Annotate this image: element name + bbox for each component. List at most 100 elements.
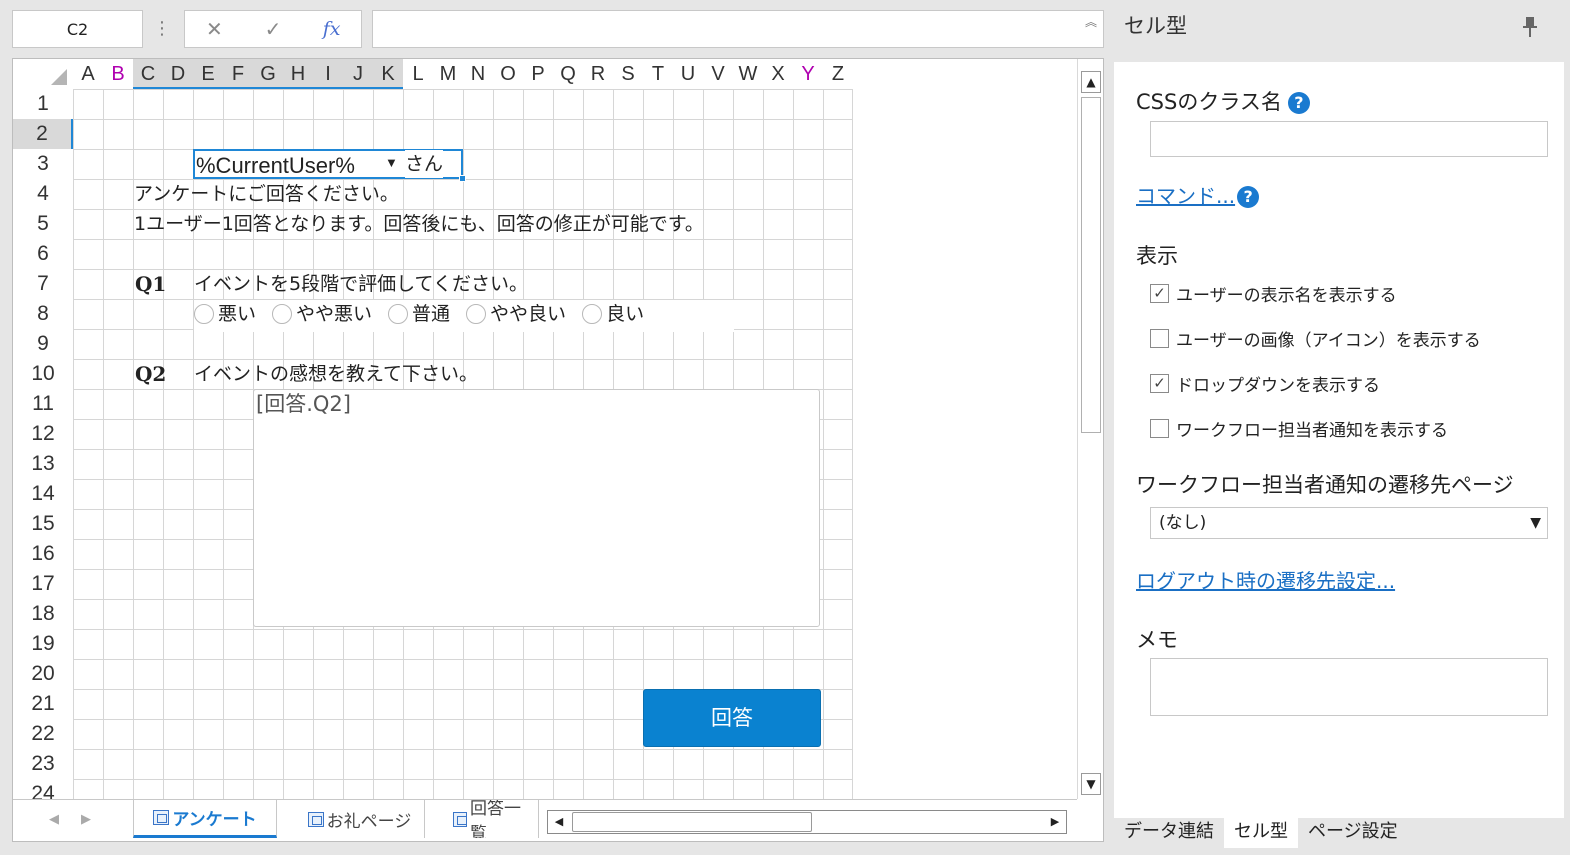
- checked-checkbox-icon[interactable]: ✓: [1150, 284, 1169, 303]
- column-header[interactable]: J: [343, 59, 373, 89]
- row-header[interactable]: 15: [13, 509, 73, 539]
- cancel-icon[interactable]: ✕: [199, 17, 229, 41]
- rating-radio-option[interactable]: やや悪い: [272, 300, 372, 328]
- scroll-up-icon[interactable]: ▲: [1081, 71, 1101, 93]
- column-header[interactable]: X: [763, 59, 793, 89]
- column-header[interactable]: W: [733, 59, 763, 89]
- row-header[interactable]: 20: [13, 659, 73, 689]
- dropdown-arrow-icon[interactable]: ▼: [385, 148, 398, 178]
- help-icon[interactable]: ?: [1237, 186, 1260, 208]
- row-header[interactable]: 4: [13, 179, 73, 209]
- row-header[interactable]: 19: [13, 629, 73, 659]
- css-class-input[interactable]: [1150, 121, 1548, 157]
- scroll-right-icon[interactable]: ▶: [1045, 812, 1065, 832]
- display-option-checkbox[interactable]: ユーザーの画像（アイコン）を表示する: [1150, 326, 1481, 351]
- column-header[interactable]: F: [223, 59, 253, 89]
- cell-grid[interactable]: %CurrentUser% ▼ さん アンケートにご回答ください。 1ユーザー1…: [73, 89, 853, 809]
- more-options-icon[interactable]: ⋮: [153, 18, 171, 39]
- cell-e6[interactable]: イベントを5段階で評価してください。: [194, 270, 528, 298]
- cell-c6-q1[interactable]: Q1: [135, 270, 166, 298]
- column-header[interactable]: Y: [793, 59, 823, 89]
- name-box[interactable]: C2: [12, 10, 143, 48]
- memo-input[interactable]: [1150, 658, 1548, 716]
- command-link[interactable]: コマンド...?: [1136, 180, 1260, 209]
- cell-c9-q2[interactable]: Q2: [135, 360, 166, 388]
- pin-icon[interactable]: [1522, 16, 1538, 38]
- logout-redirect-link[interactable]: ログアウト時の遷移先設定...: [1136, 565, 1395, 594]
- rating-radio-option[interactable]: 良い: [582, 300, 644, 328]
- column-header[interactable]: G: [253, 59, 283, 89]
- tab-next-icon[interactable]: ▶: [81, 812, 113, 827]
- cell-l2[interactable]: さん: [405, 150, 444, 178]
- answer-textarea[interactable]: [回答.Q2]: [253, 389, 820, 627]
- row-header[interactable]: 22: [13, 719, 73, 749]
- fill-handle[interactable]: [459, 175, 466, 182]
- horizontal-scroll-thumb[interactable]: [572, 812, 812, 832]
- row-header[interactable]: 7: [13, 269, 73, 299]
- column-header[interactable]: T: [643, 59, 673, 89]
- column-header[interactable]: V: [703, 59, 733, 89]
- tab-data-binding[interactable]: データ連結: [1114, 818, 1224, 848]
- select-all-corner[interactable]: [13, 59, 73, 89]
- column-header[interactable]: U: [673, 59, 703, 89]
- column-header[interactable]: B: [103, 59, 133, 89]
- scroll-left-icon[interactable]: ◀: [549, 812, 569, 832]
- cell-e9[interactable]: イベントの感想を教えて下さい。: [194, 360, 478, 388]
- vertical-scrollbar[interactable]: ▲ ▼: [1077, 59, 1103, 799]
- row-header[interactable]: 10: [13, 359, 73, 389]
- row-header[interactable]: 8: [13, 299, 73, 329]
- column-header[interactable]: L: [403, 59, 433, 89]
- tab-cell-type[interactable]: セル型: [1224, 818, 1298, 848]
- tab-page-settings[interactable]: ページ設定: [1298, 818, 1408, 848]
- row-header[interactable]: 3: [13, 149, 73, 179]
- formula-bar[interactable]: ︽: [372, 10, 1104, 48]
- row-header[interactable]: 11: [13, 389, 73, 419]
- cell-c4[interactable]: 1ユーザー1回答となります。回答後にも、回答の修正が可能です。: [134, 210, 704, 238]
- column-header[interactable]: A: [73, 59, 103, 89]
- column-header[interactable]: S: [613, 59, 643, 89]
- row-header[interactable]: 21: [13, 689, 73, 719]
- scroll-down-icon[interactable]: ▼: [1081, 773, 1101, 795]
- column-header[interactable]: I: [313, 59, 343, 89]
- column-header[interactable]: Z: [823, 59, 853, 89]
- collapse-formula-icon[interactable]: ︽: [1085, 13, 1097, 30]
- row-header[interactable]: 13: [13, 449, 73, 479]
- display-option-checkbox[interactable]: ✓ ユーザーの表示名を表示する: [1150, 281, 1397, 306]
- column-header[interactable]: D: [163, 59, 193, 89]
- row-header[interactable]: 14: [13, 479, 73, 509]
- workflow-page-select[interactable]: (なし) ▼: [1150, 507, 1548, 539]
- column-header[interactable]: M: [433, 59, 463, 89]
- tab-prev-icon[interactable]: ◀: [49, 812, 81, 827]
- rating-radio-option[interactable]: 普通: [388, 300, 450, 328]
- answer-button[interactable]: 回答: [643, 689, 821, 747]
- radio-circle-icon[interactable]: [388, 304, 409, 324]
- row-header[interactable]: 6: [13, 239, 73, 269]
- column-header[interactable]: H: [283, 59, 313, 89]
- row-header[interactable]: 5: [13, 209, 73, 239]
- radio-circle-icon[interactable]: [582, 304, 603, 324]
- radio-circle-icon[interactable]: [466, 304, 487, 324]
- confirm-icon[interactable]: ✓: [258, 17, 288, 41]
- row-header[interactable]: 17: [13, 569, 73, 599]
- column-header[interactable]: R: [583, 59, 613, 89]
- display-option-checkbox[interactable]: ✓ ドロップダウンを表示する: [1150, 371, 1380, 396]
- column-header[interactable]: P: [523, 59, 553, 89]
- unchecked-checkbox-icon[interactable]: [1150, 329, 1169, 348]
- rating-radio-option[interactable]: 悪い: [194, 300, 256, 328]
- vertical-scroll-thumb[interactable]: [1081, 97, 1101, 433]
- radio-circle-icon[interactable]: [272, 304, 293, 324]
- horizontal-scrollbar[interactable]: ◀ ▶: [547, 810, 1067, 834]
- cell-c3[interactable]: アンケートにご回答ください。: [134, 180, 399, 208]
- insert-function-icon[interactable]: fx: [317, 18, 347, 40]
- row-header[interactable]: 18: [13, 599, 73, 629]
- checked-checkbox-icon[interactable]: ✓: [1150, 374, 1169, 393]
- unchecked-checkbox-icon[interactable]: [1150, 419, 1169, 438]
- column-header[interactable]: K: [373, 59, 403, 89]
- row-header[interactable]: 23: [13, 749, 73, 779]
- column-header[interactable]: Q: [553, 59, 583, 89]
- help-icon[interactable]: ?: [1287, 92, 1310, 114]
- tab-survey[interactable]: アンケート: [133, 800, 277, 838]
- row-header[interactable]: 1: [13, 89, 73, 119]
- rating-radio-option[interactable]: やや良い: [466, 300, 566, 328]
- row-header[interactable]: 9: [13, 329, 73, 359]
